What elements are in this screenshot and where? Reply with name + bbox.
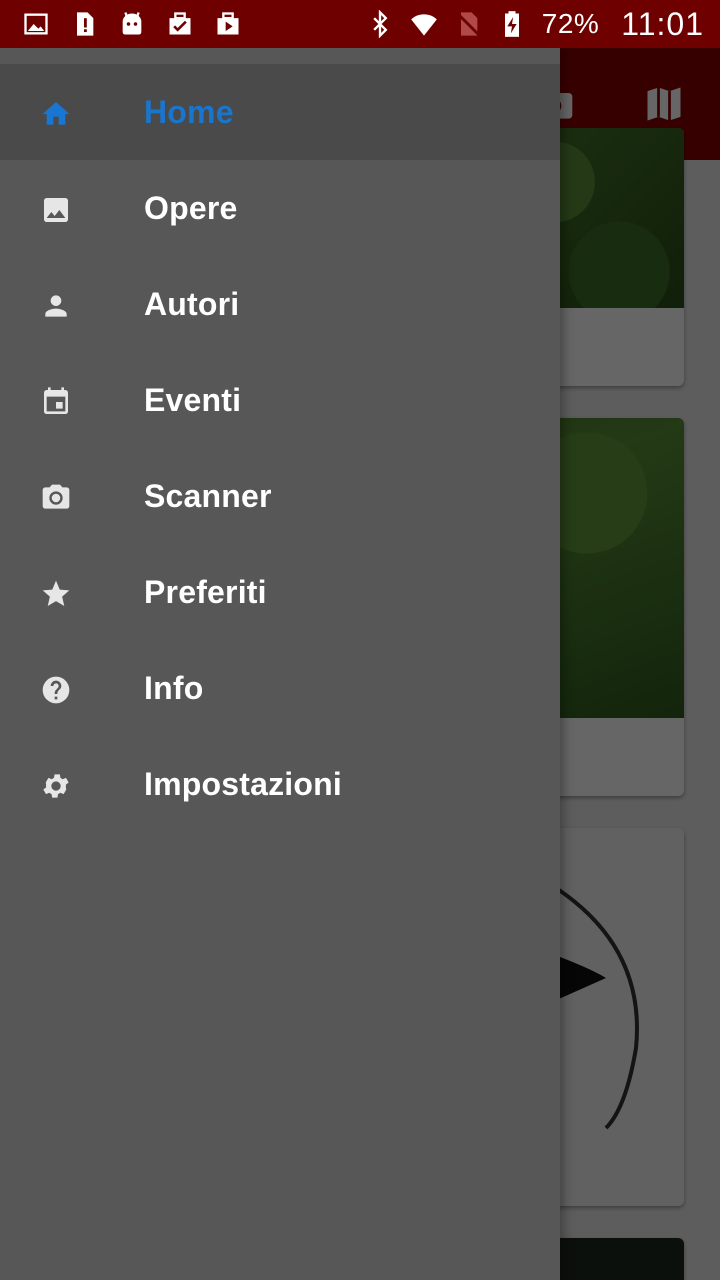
nav-item-label: Opere [144, 190, 238, 226]
battery-percent: 72% [541, 8, 600, 39]
sim-alert-icon [70, 10, 98, 38]
nav-item-label: Autori [144, 286, 240, 322]
camera-icon [40, 482, 72, 514]
image-icon [40, 194, 72, 226]
nav-item-label: Home [144, 94, 234, 130]
status-bar: 72% 11:01 [0, 0, 720, 48]
drawer-top-spacer [0, 48, 560, 64]
no-sim-icon [454, 10, 482, 38]
screen: 72% 11:01 Home Opere Autori Eventi Scann… [0, 0, 720, 1280]
nav-item-impostazioni[interactable]: Impostazioni [0, 736, 560, 832]
navigation-drawer: Home Opere Autori Eventi Scanner Preferi… [0, 48, 560, 1280]
help-icon [40, 674, 72, 706]
nav-item-eventi[interactable]: Eventi [0, 352, 560, 448]
nav-item-home[interactable]: Home [0, 64, 560, 160]
nav-item-preferiti[interactable]: Preferiti [0, 544, 560, 640]
nav-item-autori[interactable]: Autori [0, 256, 560, 352]
nav-item-label: Preferiti [144, 574, 267, 610]
nav-item-label: Scanner [144, 478, 272, 514]
wifi-icon [410, 10, 438, 38]
star-icon [40, 578, 72, 610]
nav-item-label: Eventi [144, 382, 242, 418]
gallery-icon [22, 10, 50, 38]
android-icon [118, 10, 146, 38]
nav-item-scanner[interactable]: Scanner [0, 448, 560, 544]
task-check-icon [166, 10, 194, 38]
battery-charging-icon [498, 10, 526, 38]
clock: 11:01 [621, 5, 704, 42]
play-store-icon [214, 10, 242, 38]
settings-icon [40, 770, 72, 802]
nav-item-label: Info [144, 670, 204, 706]
person-icon [40, 290, 72, 322]
nav-item-label: Impostazioni [144, 766, 342, 802]
home-icon [40, 98, 72, 130]
calendar-icon [40, 386, 72, 418]
nav-item-opere[interactable]: Opere [0, 160, 560, 256]
bluetooth-icon [366, 10, 394, 38]
nav-item-info[interactable]: Info [0, 640, 560, 736]
